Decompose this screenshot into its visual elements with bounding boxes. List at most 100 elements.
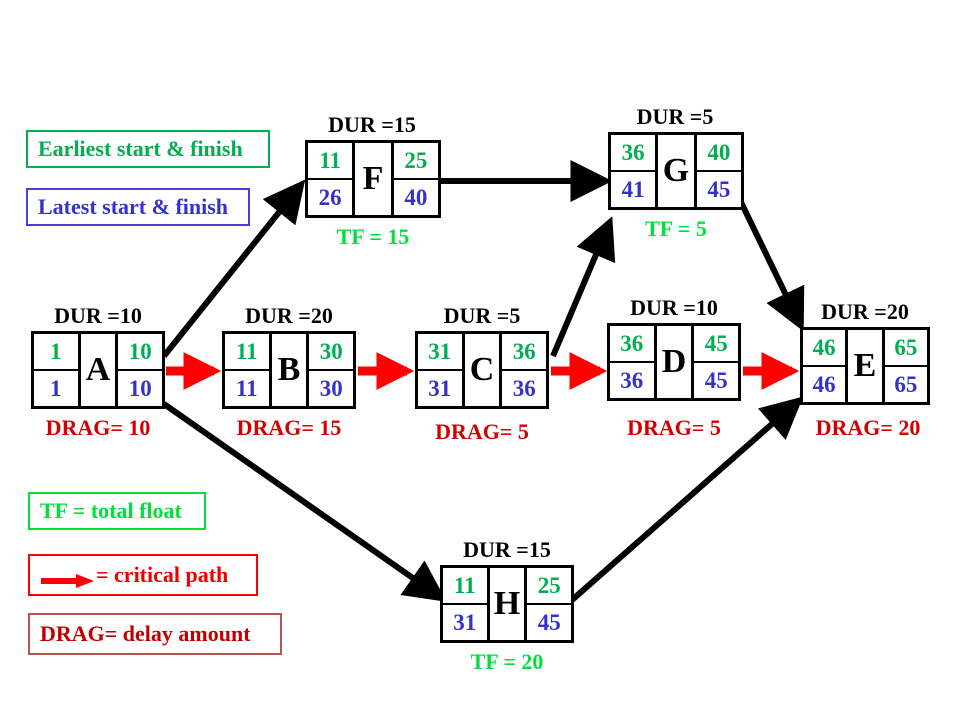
node-g-label-column: G (655, 135, 697, 207)
node-e-finish-column: 65 65 (884, 330, 927, 402)
node-c[interactable]: 31 31 C 36 36 (415, 331, 549, 409)
node-e-latest-finish: 65 (894, 372, 918, 397)
node-d[interactable]: 36 36 D 45 45 (607, 323, 741, 401)
node-g-latest-finish: 45 (707, 177, 731, 202)
node-e-label-column: E (845, 330, 885, 402)
node-a-drag: DRAG= 10 (45, 415, 151, 440)
node-b-latest-finish: 30 (319, 376, 343, 401)
node-h-total-float: TF = 20 (470, 649, 544, 674)
node-h-latest-start: 31 (453, 610, 477, 635)
node-f-latest-finish: 40 (404, 185, 428, 210)
node-d-latest-finish: 45 (704, 368, 728, 393)
node-g-earliest-finish: 40 (696, 135, 741, 172)
node-c-label-column: C (461, 334, 503, 406)
node-f[interactable]: 11 26 F 25 40 (305, 140, 441, 218)
node-d-duration: DUR =10 (630, 295, 718, 320)
node-h-latest-finish: 45 (537, 610, 561, 635)
node-c-earliest-finish: 36 (502, 334, 546, 371)
node-a-earliest-start: 1 (34, 334, 78, 371)
node-g[interactable]: 36 41 G 40 45 (608, 132, 744, 210)
node-e-label: E (853, 347, 877, 384)
node-f-finish-column: 25 40 (393, 143, 438, 215)
node-g-label: G (662, 152, 690, 189)
node-h-duration: DUR =15 (463, 537, 551, 562)
node-g-earliest-start: 36 (611, 135, 656, 172)
edge-g-e (735, 194, 805, 332)
node-d-earliest-finish: 45 (694, 326, 738, 363)
node-f-earliest-finish: 25 (393, 143, 438, 180)
node-g-duration: DUR =5 (636, 104, 714, 129)
node-c-latest-finish: 36 (512, 376, 536, 401)
node-h-earliest-start: 11 (443, 568, 487, 605)
node-a-label: A (85, 351, 111, 388)
node-d-label: D (661, 343, 687, 380)
legend-total-float-label: TF = total float (40, 498, 182, 523)
legend-critical-path: = critical path (28, 554, 258, 596)
node-b-start-column: 11 11 (225, 334, 269, 406)
node-a-finish-column: 10 10 (118, 334, 162, 406)
node-f-start-column: 11 26 (308, 143, 353, 215)
node-h[interactable]: 11 31 H 25 45 (440, 565, 574, 643)
node-c-latest-start: 31 (428, 376, 452, 401)
node-e-latest-start: 46 (812, 372, 836, 397)
network-diagram-canvas: Earliest start & finish Latest start & f… (0, 0, 960, 720)
node-a-earliest-finish: 10 (118, 334, 162, 371)
node-h-label: H (493, 585, 521, 622)
node-a-start-column: 1 1 (34, 334, 78, 406)
node-h-finish-column: 25 45 (527, 568, 571, 640)
node-f-label: F (362, 160, 384, 197)
node-c-drag: DRAG= 5 (435, 419, 529, 444)
node-e-start-column: 46 46 (803, 330, 846, 402)
node-e-earliest-finish: 65 (884, 330, 927, 367)
node-a-latest-start: 1 (50, 376, 62, 401)
legend-total-float: TF = total float (28, 492, 206, 530)
legend-latest-start-finish: Latest start & finish (26, 188, 250, 226)
node-g-latest-start: 41 (621, 177, 645, 202)
node-b-label: B (277, 351, 301, 388)
legend-critical-path-label: = critical path (96, 562, 229, 587)
node-d-start-column: 36 36 (610, 326, 654, 398)
legend-earliest-start-finish: Earliest start & finish (26, 130, 270, 168)
node-e-duration: DUR =20 (821, 299, 909, 324)
node-b[interactable]: 11 11 B 30 30 (222, 331, 356, 409)
node-f-total-float: TF = 15 (336, 224, 410, 249)
node-b-finish-column: 30 30 (309, 334, 353, 406)
node-e-earliest-start: 46 (803, 330, 846, 367)
node-a-duration: DUR =10 (54, 303, 142, 328)
node-f-duration: DUR =15 (328, 112, 416, 137)
node-c-duration: DUR =5 (443, 303, 521, 328)
node-h-start-column: 11 31 (443, 568, 487, 640)
critical-path-arrow-icon (40, 568, 94, 588)
node-g-start-column: 36 41 (611, 135, 656, 207)
node-b-earliest-finish: 30 (309, 334, 353, 371)
node-b-drag: DRAG= 15 (236, 415, 342, 440)
node-b-earliest-start: 11 (225, 334, 269, 371)
node-a-latest-finish: 10 (128, 376, 152, 401)
node-f-label-column: F (352, 143, 394, 215)
node-a-label-column: A (77, 334, 119, 406)
node-e-drag: DRAG= 20 (815, 415, 921, 440)
legend-earliest-label: Earliest start & finish (38, 136, 243, 161)
node-c-finish-column: 36 36 (502, 334, 546, 406)
legend-drag-label: DRAG= delay amount (40, 621, 251, 646)
edge-c-g (550, 216, 616, 358)
node-b-latest-start: 11 (235, 376, 258, 401)
node-f-latest-start: 26 (318, 185, 342, 210)
node-d-label-column: D (653, 326, 695, 398)
node-c-earliest-start: 31 (418, 334, 462, 371)
node-c-label: C (469, 351, 495, 388)
node-c-start-column: 31 31 (418, 334, 462, 406)
node-d-finish-column: 45 45 (694, 326, 738, 398)
node-b-label-column: B (268, 334, 310, 406)
node-g-finish-column: 40 45 (696, 135, 741, 207)
node-h-earliest-finish: 25 (527, 568, 571, 605)
legend-latest-label: Latest start & finish (38, 194, 229, 219)
node-a[interactable]: 1 1 A 10 10 (31, 331, 165, 409)
legend-drag: DRAG= delay amount (28, 613, 282, 655)
node-d-drag: DRAG= 5 (627, 415, 721, 440)
node-g-total-float: TF = 5 (645, 216, 707, 241)
node-d-latest-start: 36 (620, 368, 644, 393)
node-b-duration: DUR =20 (245, 303, 333, 328)
node-e[interactable]: 46 46 E 65 65 (800, 327, 930, 405)
node-d-earliest-start: 36 (610, 326, 654, 363)
